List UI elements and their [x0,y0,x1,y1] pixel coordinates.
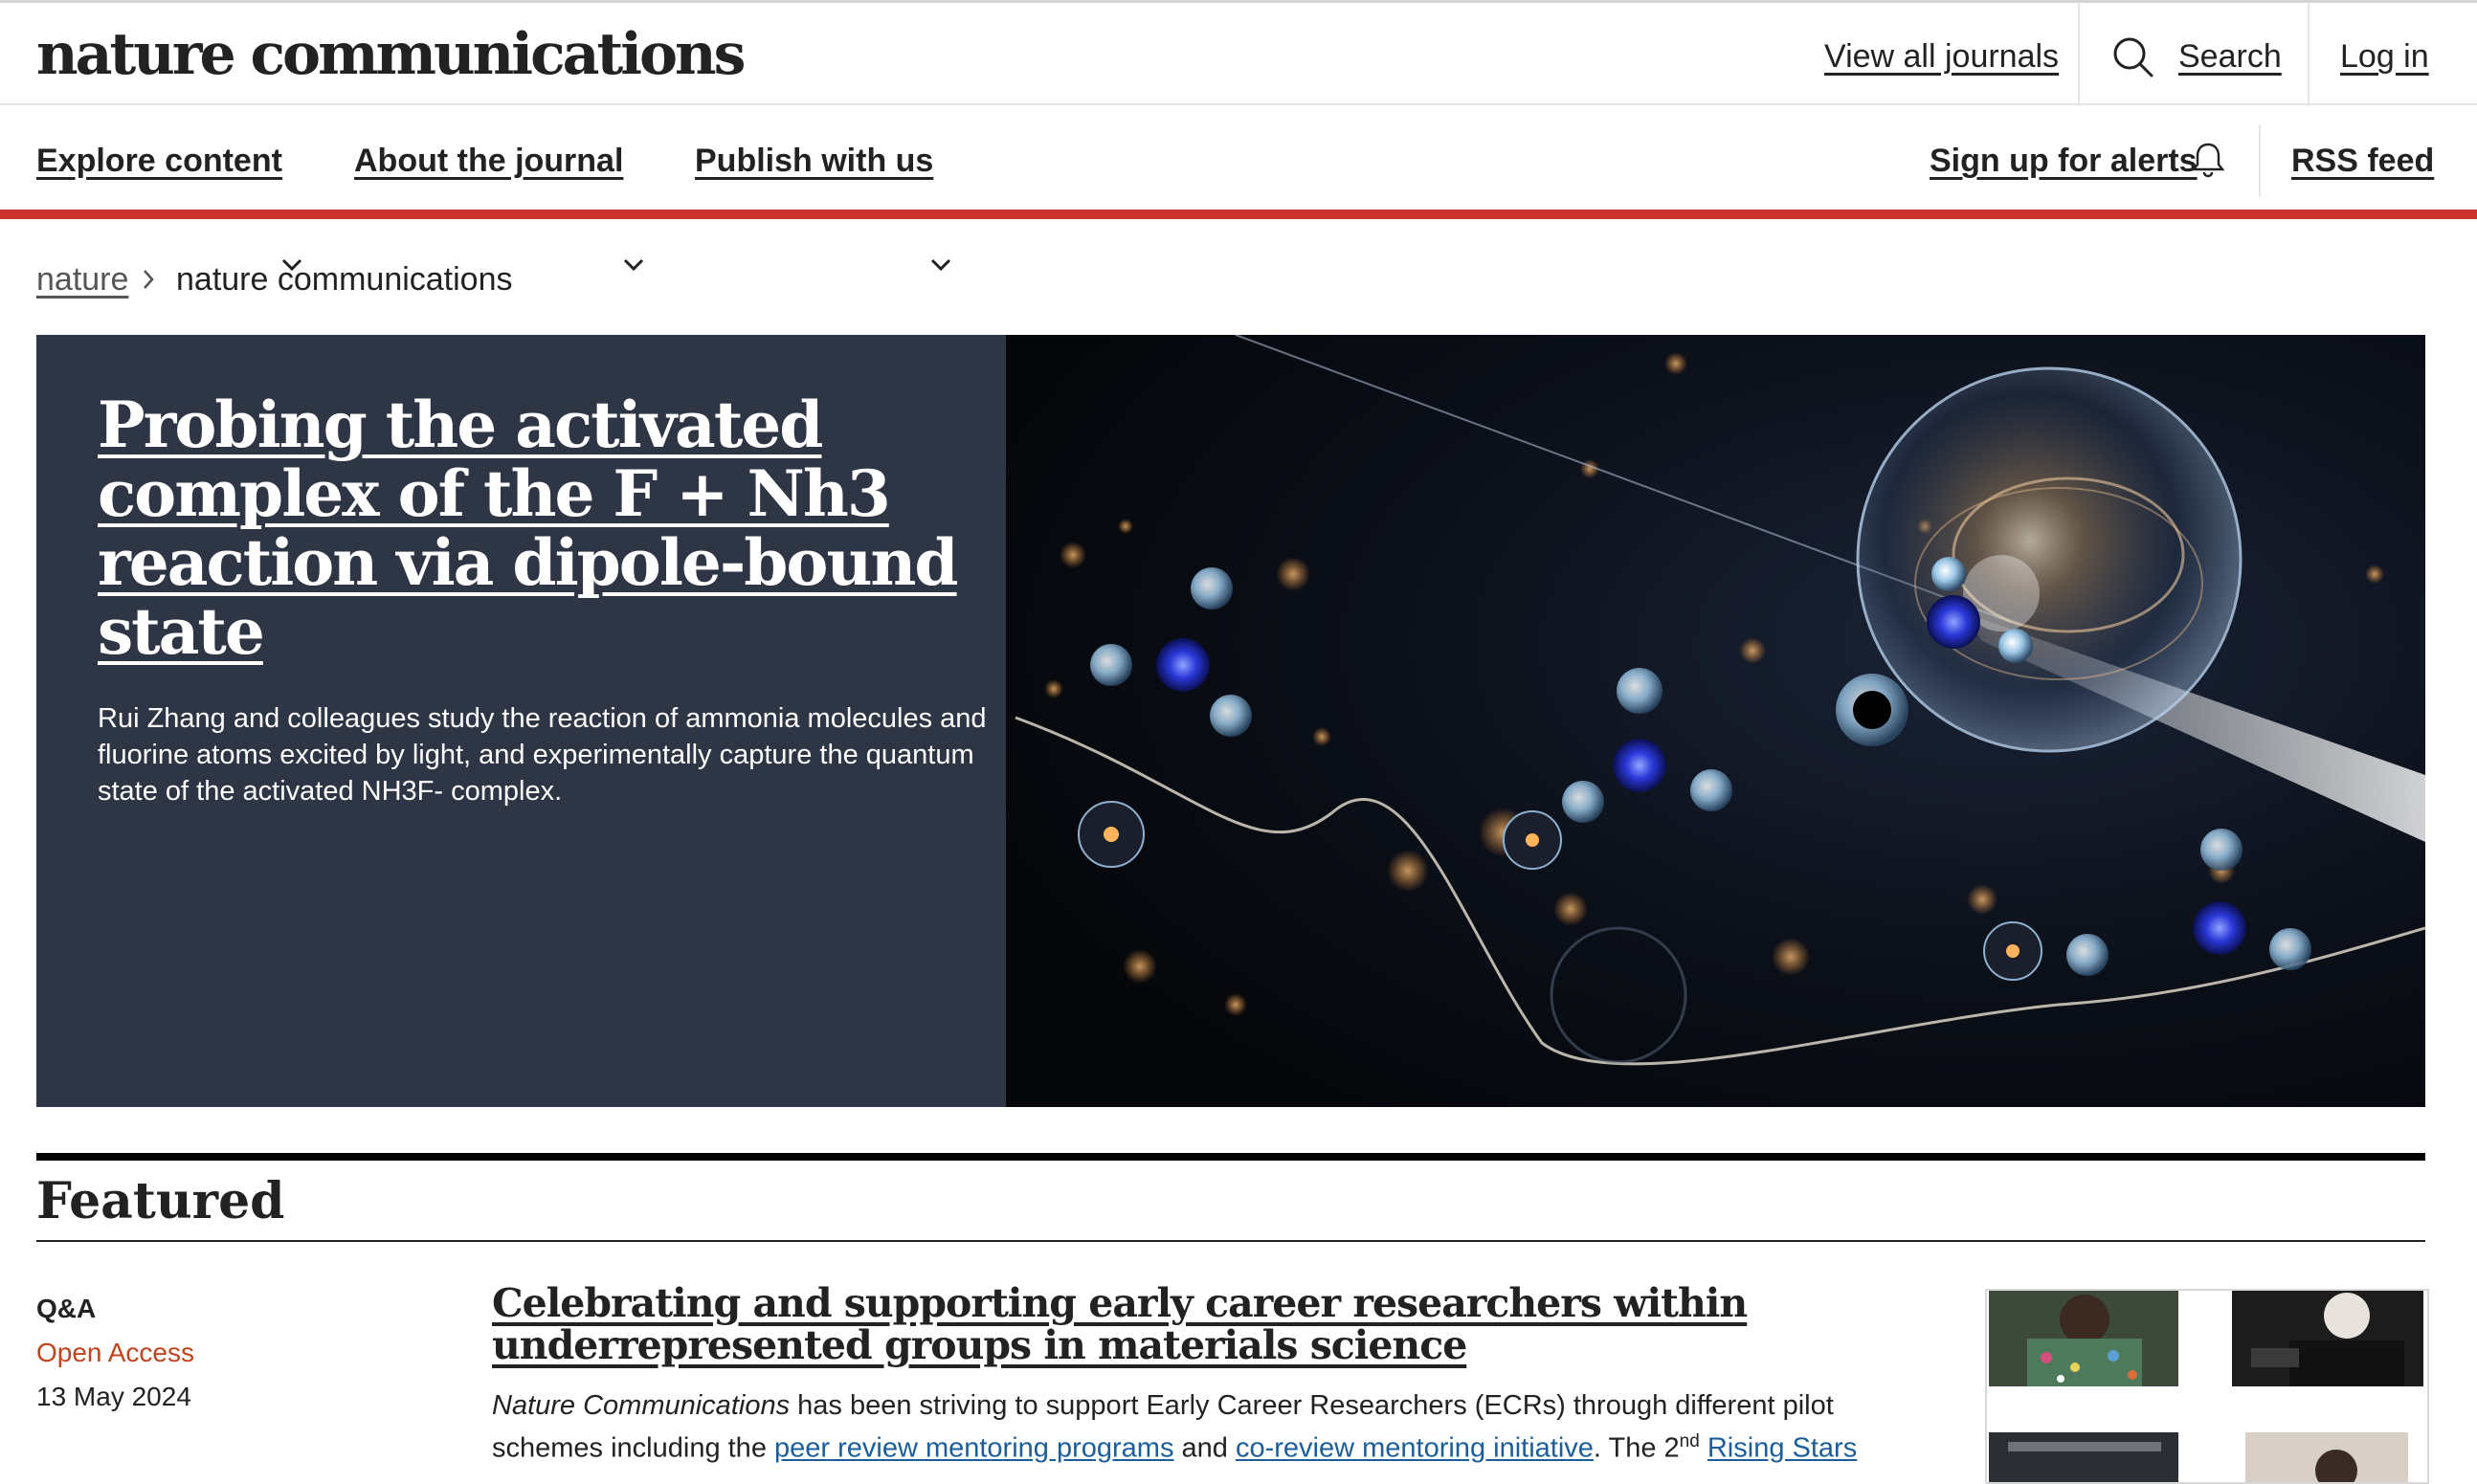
divider [2259,124,2261,197]
desc-superscript: nd [1679,1431,1700,1451]
section-rule-thin [36,1240,2425,1242]
top-header: nature communications View all journals … [0,0,2477,106]
featured-article-title-link[interactable]: Celebrating and supporting early career … [492,1282,1937,1366]
bell-icon [2192,143,2224,178]
section-rule [36,1153,2425,1161]
peer-review-mentoring-link[interactable]: peer review mentoring programs [774,1433,1173,1464]
divider [2308,3,2310,106]
desc-text: . The 2 [1593,1432,1680,1464]
hero-title-link[interactable]: Probing the activated complex of the F +… [98,390,978,666]
explore-content-menu[interactable]: Explore content [36,140,282,182]
breadcrumb-current: nature communications [176,261,513,298]
portrait-image [2245,1432,2408,1482]
site-logo[interactable]: nature communications [36,16,746,93]
co-review-mentoring-link[interactable]: co-review mentoring initiative [1236,1433,1594,1464]
portrait-image [2232,1291,2423,1386]
chevron-right-icon [144,270,154,289]
search-icon[interactable] [2111,35,2153,78]
featured-article-thumbnails[interactable] [1985,1289,2429,1484]
sign-up-alerts-link[interactable]: Sign up for alerts [1930,140,2198,182]
rss-feed-link[interactable]: RSS feed [2291,140,2434,182]
publish-with-us-menu[interactable]: Publish with us [695,140,933,182]
main-navigation: Explore content About the journal Publis… [0,105,2477,272]
accent-bar [0,210,2477,219]
desc-text [1700,1433,1707,1464]
chevron-down-icon [623,258,644,272]
featured-article-description: Nature Communications has been striving … [492,1387,1928,1467]
desc-text: and [1173,1432,1236,1464]
article-type: Q&A [36,1294,97,1323]
about-journal-menu[interactable]: About the journal [354,140,623,182]
hero-image[interactable] [1006,335,2425,1107]
rising-stars-link[interactable]: Rising Stars [1707,1433,1857,1464]
portrait-image [1989,1432,2178,1482]
hero-description: Rui Zhang and colleagues study the react… [98,703,987,807]
view-all-journals-link[interactable]: View all journals [1824,35,2059,78]
open-access-badge: Open Access [36,1338,194,1367]
search-link[interactable]: Search [2178,35,2282,78]
featured-heading: Featured [36,1172,285,1230]
hero-banner: Probing the activated complex of the F +… [36,335,2425,1107]
breadcrumb-nature-link[interactable]: nature [36,258,128,300]
journal-name: Nature Communications [492,1390,791,1421]
portrait-image [1989,1291,2178,1386]
chevron-down-icon [930,258,951,272]
login-link[interactable]: Log in [2340,35,2429,78]
divider [2078,3,2080,106]
article-date: 13 May 2024 [36,1382,191,1411]
